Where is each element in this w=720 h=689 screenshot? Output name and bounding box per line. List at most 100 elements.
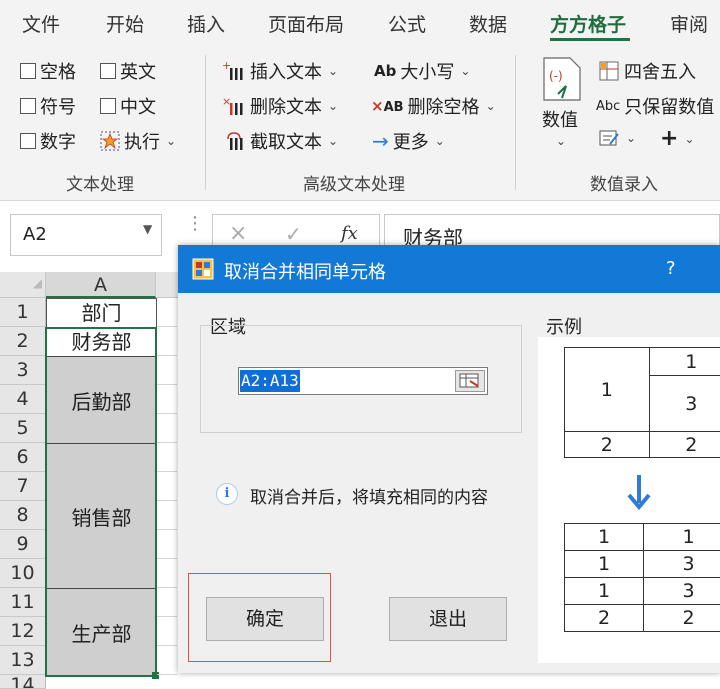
more-button[interactable]: → 更多 ⌄ bbox=[372, 128, 445, 154]
tab-formulas[interactable]: 公式 bbox=[388, 10, 426, 37]
select-all-corner[interactable]: ◢ bbox=[0, 272, 46, 298]
dialog-title: 取消合并相同单元格 bbox=[224, 262, 386, 283]
row-header[interactable]: 12 bbox=[0, 617, 46, 646]
tab-home[interactable]: 开始 bbox=[106, 10, 144, 37]
example-cell: 2 bbox=[643, 604, 720, 632]
numeric-label: 数值 bbox=[542, 110, 578, 131]
keep-value-button[interactable]: Abc 只保留数值 bbox=[596, 93, 714, 119]
tab-insert[interactable]: 插入 bbox=[187, 10, 225, 37]
plus-icon: + bbox=[660, 126, 679, 151]
svg-text:×: × bbox=[222, 95, 231, 108]
ok-button[interactable]: 确定 bbox=[206, 597, 324, 641]
example-cell: 1 bbox=[648, 347, 720, 376]
arrow-down-icon bbox=[627, 475, 651, 511]
chevron-down-icon: ▼ bbox=[143, 222, 153, 236]
delete-space-button[interactable]: ×AB 删除空格 ⌄ bbox=[371, 93, 496, 119]
checkbox-space[interactable]: 空格 bbox=[20, 58, 76, 84]
plus-dropdown-button[interactable]: + ⌄ bbox=[660, 126, 695, 151]
checkbox-english[interactable]: 英文 bbox=[100, 58, 156, 84]
numeric-icon: (-) bbox=[543, 57, 581, 101]
tab-review[interactable]: 审阅 bbox=[670, 10, 708, 37]
exit-button[interactable]: 退出 bbox=[389, 597, 507, 641]
cell-a1[interactable]: 部门 bbox=[46, 298, 157, 328]
row-header[interactable]: 8 bbox=[0, 501, 46, 530]
example-cell: 3 bbox=[643, 550, 720, 578]
example-before-table: 1 1 3 2 2 bbox=[564, 347, 720, 458]
row-header[interactable]: 9 bbox=[0, 530, 46, 559]
group-label-numeric: 数值录入 bbox=[590, 175, 658, 195]
row-header[interactable]: 3 bbox=[0, 356, 46, 385]
example-cell: 2 bbox=[564, 431, 650, 458]
checkbox-chinese-label: 中文 bbox=[120, 97, 156, 118]
row-header[interactable]: 1 bbox=[0, 298, 46, 327]
keep-value-label: 只保留数值 bbox=[624, 97, 715, 118]
chevron-down-icon: ⌄ bbox=[460, 64, 471, 78]
row-header[interactable]: 13 bbox=[0, 646, 46, 675]
vertical-dots-icon: ⋮ bbox=[186, 213, 204, 234]
round-label: 四舍五入 bbox=[624, 62, 696, 83]
column-b-cells[interactable] bbox=[157, 298, 177, 689]
row-header[interactable]: 4 bbox=[0, 385, 46, 414]
checkbox-number-label: 数字 bbox=[40, 132, 76, 153]
tab-file[interactable]: 文件 bbox=[22, 10, 60, 37]
extract-text-icon bbox=[227, 132, 243, 150]
delete-text-button[interactable]: × 删除文本 ⌄ bbox=[222, 93, 338, 119]
chevron-down-icon: ⌄ bbox=[328, 64, 339, 78]
checkbox-icon bbox=[20, 63, 36, 79]
row-header[interactable]: 6 bbox=[0, 443, 46, 472]
row-header[interactable]: 14 bbox=[0, 675, 46, 689]
example-cell: 3 bbox=[648, 375, 720, 432]
insert-function-icon[interactable]: fx bbox=[341, 223, 358, 244]
checkbox-icon bbox=[100, 98, 116, 114]
numeric-button[interactable]: (-) 数值 ⌄ bbox=[538, 56, 588, 164]
delete-space-icon: ×AB bbox=[371, 97, 404, 115]
cancel-icon[interactable]: × bbox=[229, 221, 247, 246]
enter-icon[interactable]: ✓ bbox=[285, 222, 302, 246]
name-box-value: A2 bbox=[23, 224, 47, 245]
group-divider bbox=[515, 55, 516, 190]
group-label-advanced: 高级文本处理 bbox=[303, 175, 405, 195]
checkbox-number[interactable]: 数字 bbox=[20, 128, 76, 154]
keep-value-icon: Abc bbox=[596, 98, 621, 114]
row-header[interactable]: 7 bbox=[0, 472, 46, 501]
row-header[interactable]: 11 bbox=[0, 588, 46, 617]
delete-text-icon: × bbox=[222, 95, 243, 115]
chevron-down-icon: ⌄ bbox=[434, 134, 445, 148]
dialog-title-bar[interactable]: 取消合并相同单元格 ? bbox=[178, 245, 720, 293]
range-picker-button[interactable] bbox=[455, 370, 485, 392]
chevron-down-icon: ⌄ bbox=[166, 134, 177, 148]
ribbon: 文件 开始 插入 页面布局 公式 数据 方方格子 审阅 空格 英文 符号 中文 … bbox=[0, 0, 720, 200]
chevron-down-icon: ⌄ bbox=[328, 99, 339, 113]
checkbox-symbol[interactable]: 符号 bbox=[20, 93, 76, 119]
name-box[interactable]: A2 ▼ bbox=[10, 214, 162, 256]
app-icon bbox=[192, 258, 214, 280]
group-divider bbox=[205, 55, 206, 190]
range-select-icon bbox=[459, 373, 479, 388]
range-input[interactable]: A2:A13 bbox=[238, 367, 488, 395]
delete-space-label: 删除空格 bbox=[407, 97, 480, 118]
range-value: A2:A13 bbox=[240, 370, 300, 392]
example-cell: 1 bbox=[564, 347, 650, 432]
form-edit-icon bbox=[599, 130, 619, 146]
row-header[interactable]: 10 bbox=[0, 559, 46, 588]
row-header[interactable]: 2 bbox=[0, 327, 46, 356]
tab-fangfang-gezi[interactable]: 方方格子 bbox=[550, 10, 626, 37]
form-dropdown-button[interactable]: ⌄ bbox=[598, 128, 636, 148]
insert-text-button[interactable]: + 插入文本 ⌄ bbox=[222, 58, 338, 84]
tab-data[interactable]: 数据 bbox=[469, 10, 507, 37]
case-button[interactable]: Ab 大小写 ⌄ bbox=[374, 58, 470, 84]
checkbox-chinese[interactable]: 中文 bbox=[100, 93, 156, 119]
selection-range bbox=[45, 327, 157, 677]
checkbox-symbol-label: 符号 bbox=[40, 97, 76, 118]
round-button[interactable]: 四舍五入 bbox=[598, 58, 696, 84]
column-header-a[interactable]: A bbox=[46, 272, 156, 298]
example-cell: 1 bbox=[564, 523, 644, 551]
help-icon[interactable]: ? bbox=[666, 258, 676, 279]
row-header[interactable]: 5 bbox=[0, 414, 46, 443]
chevron-down-icon: ⌄ bbox=[485, 99, 496, 113]
chevron-down-icon: ⌄ bbox=[626, 131, 637, 145]
extract-text-button[interactable]: 截取文本 ⌄ bbox=[222, 128, 338, 154]
tab-page-layout[interactable]: 页面布局 bbox=[268, 10, 344, 37]
execute-button[interactable]: 执行 ⌄ bbox=[100, 128, 176, 154]
chevron-down-icon: ⌄ bbox=[556, 134, 567, 148]
